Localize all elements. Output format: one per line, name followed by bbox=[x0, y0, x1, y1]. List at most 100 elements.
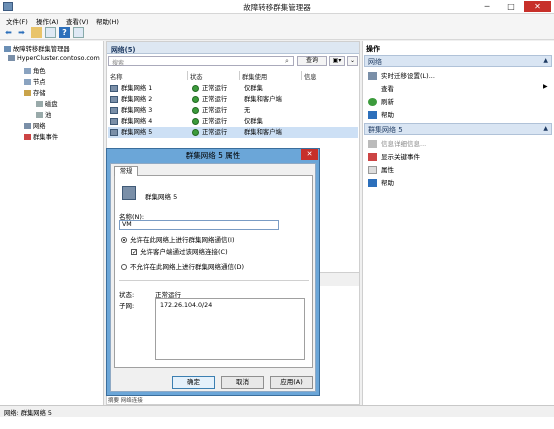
tab-general[interactable]: 常规 bbox=[114, 166, 138, 176]
table-row-selected[interactable]: 群集网络 5 正常运行 群集和客户端 bbox=[108, 127, 358, 138]
dialog-title: 群集网络 5 属性 bbox=[185, 151, 241, 160]
row-status: 正常运行 bbox=[192, 105, 227, 116]
row-name: 群集网络 4 bbox=[110, 116, 152, 127]
column-divider bbox=[187, 71, 188, 80]
tree-item-cluster[interactable]: HyperCluster.contoso.com bbox=[8, 55, 100, 62]
forward-arrow-icon[interactable]: ➡ bbox=[16, 27, 27, 38]
navigation-tree bbox=[0, 41, 104, 405]
checkbox-checked[interactable]: ✓ bbox=[131, 249, 137, 256]
action-properties[interactable]: 属性 bbox=[368, 164, 394, 174]
action-pane-icon[interactable] bbox=[73, 27, 84, 38]
live-migration-icon bbox=[368, 72, 377, 80]
action-help-2[interactable]: 帮助 bbox=[368, 177, 394, 187]
row-usage: 仅群集 bbox=[244, 85, 263, 92]
cluster-icon bbox=[8, 55, 15, 61]
column-status[interactable]: 状态 bbox=[190, 72, 203, 81]
row-usage: 无 bbox=[244, 107, 251, 114]
events-icon bbox=[368, 153, 377, 161]
network-icon bbox=[110, 128, 118, 136]
search-icon[interactable]: ⌕ bbox=[285, 57, 289, 66]
dialog-close-button[interactable]: ✕ bbox=[301, 149, 318, 160]
row-status: 正常运行 bbox=[192, 94, 227, 105]
cancel-button[interactable]: 取消 bbox=[221, 376, 264, 389]
ok-button[interactable]: 确定 bbox=[172, 376, 215, 389]
console-tree-icon[interactable] bbox=[45, 27, 56, 38]
action-live-migration[interactable]: 实时迁移设置(L)... bbox=[368, 70, 435, 80]
refresh-icon bbox=[368, 98, 377, 106]
cluster-manager-icon bbox=[4, 46, 11, 52]
close-button[interactable]: ✕ bbox=[524, 1, 551, 12]
network-icon bbox=[122, 186, 136, 200]
network-icon bbox=[110, 84, 118, 92]
row-usage: 群集和客户端 bbox=[244, 96, 282, 103]
action-info-details[interactable]: 信息详细信息... bbox=[368, 138, 426, 148]
minimize-button[interactable]: ─ bbox=[476, 1, 498, 12]
action-view[interactable]: 查看 ▶ bbox=[368, 83, 548, 93]
view-icon bbox=[368, 85, 377, 93]
storage-icon bbox=[24, 90, 31, 96]
checkbox-allow-clients[interactable]: ✓ 允许客户端通过该网络连接(C) bbox=[131, 246, 228, 256]
network-icon bbox=[110, 95, 118, 103]
actions-group-networks[interactable]: 网络 ▲ bbox=[364, 55, 552, 67]
radio-allow-cluster-comm[interactable]: 允许在此网络上进行群集网络通信(I) bbox=[121, 234, 235, 244]
expand-button[interactable]: ⌄ bbox=[347, 56, 358, 66]
help-icon bbox=[368, 111, 377, 119]
roles-icon bbox=[24, 68, 31, 74]
maximize-button[interactable]: □ bbox=[500, 1, 522, 12]
row-usage: 仅群集 bbox=[244, 118, 263, 125]
status-up-icon bbox=[192, 84, 199, 92]
network-icon bbox=[110, 117, 118, 125]
subnet-list: 172.26.104.0/24 bbox=[155, 298, 305, 360]
tree-item-disks[interactable]: 磁盘 bbox=[36, 99, 58, 108]
radio-selected[interactable] bbox=[121, 237, 127, 243]
action-help[interactable]: 帮助 bbox=[368, 109, 394, 119]
table-row[interactable]: 群集网络 3 正常运行 无 bbox=[108, 105, 358, 116]
row-name: 群集网络 3 bbox=[110, 105, 152, 116]
status-bar: 网络: 群集网络 5 bbox=[0, 405, 554, 417]
properties-icon bbox=[368, 166, 377, 174]
query-button[interactable]: 查询 bbox=[297, 56, 327, 66]
column-usage[interactable]: 群集使用 bbox=[242, 72, 267, 81]
status-up-icon bbox=[192, 106, 199, 114]
tree-item-cluster-events[interactable]: 群集事件 bbox=[24, 132, 58, 141]
search-input[interactable]: 搜索 bbox=[108, 56, 294, 67]
apply-button[interactable]: 应用(A) bbox=[270, 376, 313, 389]
column-divider bbox=[239, 71, 240, 80]
row-status: 正常运行 bbox=[192, 83, 227, 94]
column-info[interactable]: 信息 bbox=[304, 72, 317, 81]
tree-item-root[interactable]: 故障转移群集管理器 bbox=[4, 44, 70, 53]
actions-group-network5[interactable]: 群集网络 5 ▲ bbox=[364, 123, 552, 135]
row-usage: 群集和客户端 bbox=[244, 129, 282, 136]
info-icon bbox=[368, 140, 377, 148]
tree-item-pools[interactable]: 池 bbox=[36, 110, 51, 119]
pools-icon bbox=[36, 112, 43, 118]
network-icon bbox=[110, 106, 118, 114]
save-query-button[interactable]: ▣▾ bbox=[329, 56, 345, 66]
details-tabs[interactable]: 摘要 网络连接 bbox=[108, 396, 143, 404]
radio-disallow-cluster-comm[interactable]: 不允许在此网络上进行群集网络通信(D) bbox=[121, 261, 244, 271]
action-critical-events[interactable]: 显示关键事件 bbox=[368, 151, 420, 161]
help-icon bbox=[368, 179, 377, 187]
tree-item-nodes[interactable]: 节点 bbox=[24, 77, 46, 86]
name-input[interactable]: VM bbox=[119, 220, 279, 230]
table-row[interactable]: 群集网络 1 正常运行 仅群集 bbox=[108, 83, 358, 94]
tree-item-roles[interactable]: 角色 bbox=[24, 66, 46, 75]
nodes-icon bbox=[24, 79, 31, 85]
help-icon[interactable]: ? bbox=[59, 27, 70, 38]
tree-item-networks[interactable]: 网络 bbox=[24, 121, 46, 130]
back-arrow-icon[interactable]: ⬅ bbox=[3, 27, 14, 38]
folder-icon[interactable] bbox=[31, 27, 42, 38]
table-row[interactable]: 群集网络 4 正常运行 仅群集 bbox=[108, 116, 358, 127]
window-title: 故障转移群集管理器 bbox=[243, 3, 311, 12]
table-row[interactable]: 群集网络 2 正常运行 群集和客户端 bbox=[108, 94, 358, 105]
action-refresh[interactable]: 刷新 bbox=[368, 96, 394, 106]
status-up-icon bbox=[192, 95, 199, 103]
column-name[interactable]: 名称 bbox=[110, 72, 123, 81]
subnet-value: 172.26.104.0/24 bbox=[160, 302, 213, 309]
row-status: 正常运行 bbox=[192, 127, 227, 138]
bottom-strip bbox=[0, 417, 554, 429]
tree-item-storage[interactable]: 存储 bbox=[24, 88, 46, 97]
subnet-label: 子网: bbox=[119, 302, 135, 310]
disks-icon bbox=[36, 101, 43, 107]
radio-unselected[interactable] bbox=[121, 264, 127, 270]
